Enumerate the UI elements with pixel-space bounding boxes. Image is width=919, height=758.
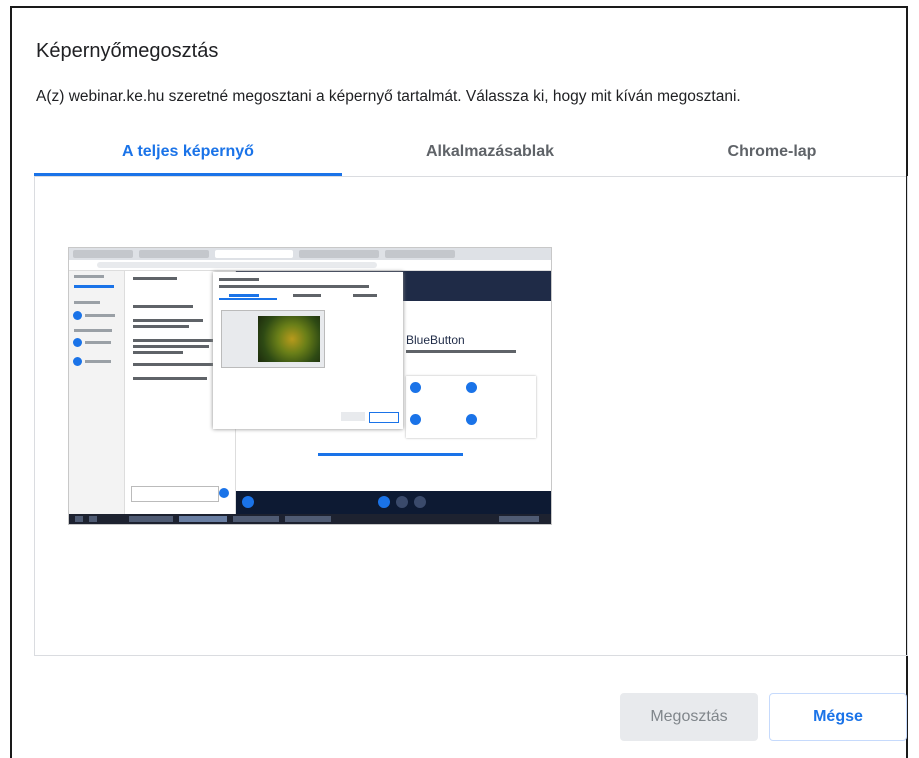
- thumbnail-browser-tabs: [69, 248, 551, 260]
- thumbnail-sidebar: [69, 271, 125, 514]
- thumbnail-nested-dialog: [213, 272, 403, 429]
- tab-application-window[interactable]: Alkalmazásablak: [342, 132, 638, 176]
- thumbnail-frog-image: [258, 316, 320, 362]
- dialog-subtitle: A(z) webinar.ke.hu szeretné megosztani a…: [36, 88, 741, 105]
- preview-area: BlueButton: [34, 176, 908, 656]
- thumbnail-address-bar: [69, 260, 551, 271]
- share-button[interactable]: Megosztás: [620, 693, 758, 741]
- screen-thumbnail[interactable]: BlueButton: [69, 248, 551, 524]
- screen-share-dialog: Képernyőmegosztás A(z) webinar.ke.hu sze…: [10, 6, 908, 758]
- tab-entire-screen[interactable]: A teljes képernyő: [34, 132, 342, 176]
- thumbnail-taskbar: [69, 514, 551, 524]
- thumbnail-brand: BlueButton: [406, 333, 465, 347]
- dialog-title: Képernyőmegosztás: [36, 40, 219, 62]
- cancel-button[interactable]: Mégse: [769, 693, 907, 741]
- source-tabs: A teljes képernyő Alkalmazásablak Chrome…: [34, 132, 906, 177]
- tab-chrome-tab[interactable]: Chrome-lap: [638, 132, 906, 176]
